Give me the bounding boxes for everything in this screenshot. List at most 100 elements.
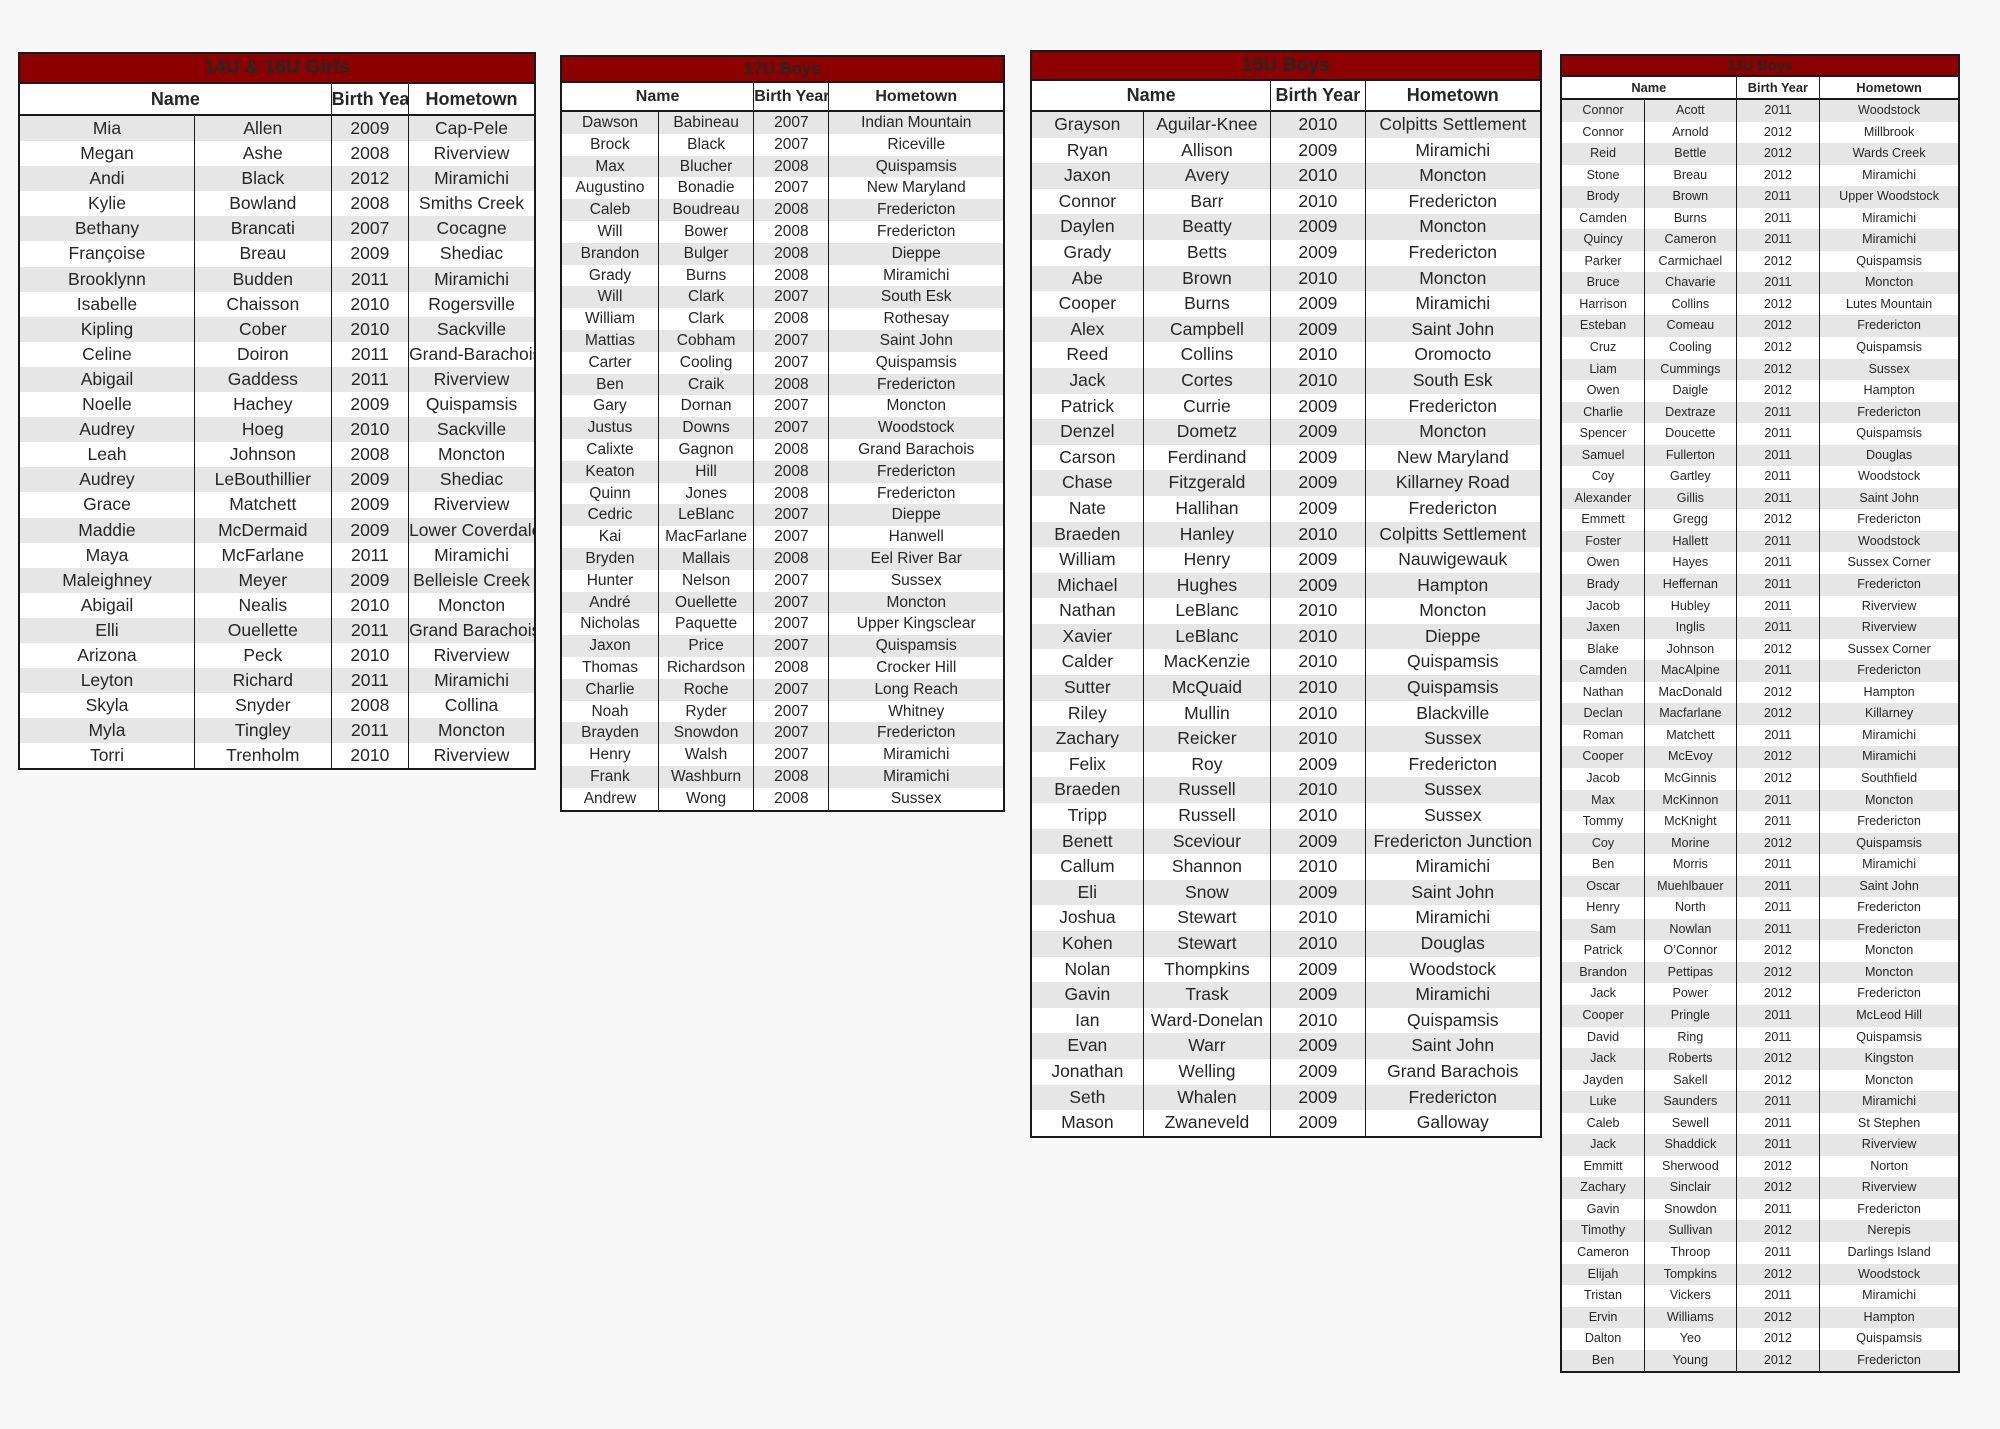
cell-birth-year: 2011: [1735, 1285, 1821, 1307]
cell-birth-year: 2009: [1270, 1110, 1366, 1138]
cell-hometown: Oromocto: [1364, 342, 1542, 368]
cell-birth-year: 2007: [753, 351, 830, 374]
table-row: Tristan Vickers 2011 Miramichi: [1560, 1285, 1960, 1307]
cell-first-name: Jayden: [1560, 1069, 1646, 1092]
cell-last-name: MacKenzie: [1142, 649, 1272, 676]
cell-last-name: Roberts: [1644, 1048, 1737, 1070]
cell-first-name: Xavier: [1030, 623, 1144, 650]
cell-first-name: Charlie: [560, 678, 659, 701]
cell-last-name: McFarlane: [193, 542, 332, 568]
cell-first-name: Brayden: [560, 722, 659, 745]
cell-birth-year: 2007: [753, 635, 830, 657]
cell-hometown: Lutes Mountain: [1819, 293, 1960, 316]
cell-first-name: Braeden: [1030, 521, 1144, 548]
cell-last-name: LeBlanc: [1142, 598, 1272, 624]
cell-first-name: Owen: [1560, 380, 1646, 402]
cell-first-name: Elijah: [1560, 1263, 1646, 1286]
cell-first-name: Carter: [560, 351, 659, 374]
cell-last-name: Young: [1644, 1349, 1737, 1374]
cell-last-name: Gregg: [1644, 509, 1737, 531]
cell-birth-year: 2010: [1270, 1007, 1366, 1034]
cell-birth-year: 2009: [1270, 444, 1366, 471]
cell-first-name: Tristan: [1560, 1285, 1646, 1307]
cell-last-name: Morris: [1644, 854, 1737, 876]
cell-hometown: Fredericton: [828, 220, 1005, 243]
cell-hometown: Quispamsis: [828, 155, 1005, 178]
cell-birth-year: 2007: [753, 722, 830, 745]
cell-birth-year: 2009: [330, 241, 410, 267]
cell-last-name: Mallais: [657, 547, 755, 570]
cell-last-name: Ferdinand: [1142, 444, 1272, 471]
table-row: Jaxon Avery 2010 Moncton: [1030, 163, 1542, 189]
cell-last-name: Stewart: [1142, 905, 1272, 931]
cell-first-name: Max: [1560, 789, 1646, 812]
cell-birth-year: 2010: [1270, 163, 1366, 189]
cell-last-name: Macfarlane: [1644, 703, 1737, 725]
cell-last-name: Cortes: [1142, 367, 1272, 394]
table-row: Dalton Yeo 2012 Quispamsis: [1560, 1328, 1960, 1350]
table-row: Nathan MacDonald 2012 Hampton: [1560, 681, 1960, 704]
cell-last-name: Carmichael: [1644, 250, 1737, 273]
cell-hometown: Lower Coverdale: [408, 517, 536, 543]
cell-first-name: Esteban: [1560, 315, 1646, 338]
cell-last-name: Currie: [1142, 393, 1272, 420]
cell-last-name: Pettipas: [1644, 961, 1737, 984]
cell-first-name: Blake: [1560, 638, 1646, 661]
cell-birth-year: 2011: [1735, 186, 1821, 208]
cell-hometown: Miramichi: [408, 542, 536, 568]
cell-first-name: Roman: [1560, 724, 1646, 747]
cell-hometown: Miramichi: [1819, 164, 1960, 187]
cell-hometown: Moncton: [828, 395, 1005, 418]
cell-hometown: Moncton: [1364, 265, 1542, 292]
table-row: Jacob McGinnis 2012 Southfield: [1560, 767, 1960, 790]
cell-hometown: Dieppe: [828, 504, 1005, 527]
table-row: Chase Fitzgerald 2009 Killarney Road: [1030, 470, 1542, 496]
cell-birth-year: 2007: [753, 395, 830, 418]
cell-first-name: Mattias: [560, 329, 659, 352]
table-row: Ben Morris 2011 Miramichi: [1560, 854, 1960, 876]
cell-birth-year: 2011: [1735, 789, 1821, 812]
cell-birth-year: 2011: [1735, 854, 1821, 876]
table-row: Calder MacKenzie 2010 Quispamsis: [1030, 649, 1542, 676]
cell-birth-year: 2007: [753, 133, 830, 156]
cell-birth-year: 2011: [1735, 1241, 1821, 1264]
cell-birth-year: 2012: [1735, 164, 1821, 187]
cell-first-name: Andi: [18, 166, 195, 192]
table-row: Cooper Burns 2009 Miramichi: [1030, 291, 1542, 317]
cell-last-name: Richardson: [657, 656, 755, 679]
cell-last-name: Nealis: [193, 592, 332, 618]
cell-birth-year: 2011: [1735, 401, 1821, 424]
cell-last-name: Thompkins: [1142, 956, 1272, 983]
cell-first-name: Parker: [1560, 250, 1646, 273]
cell-last-name: Collins: [1644, 293, 1737, 316]
cell-hometown: Cap-Pele: [408, 115, 536, 142]
cell-birth-year: 2012: [1735, 1220, 1821, 1242]
cell-first-name: Nolan: [1030, 956, 1144, 983]
cell-birth-year: 2012: [1735, 315, 1821, 338]
table-row: Owen Daigle 2012 Hampton: [1560, 380, 1960, 402]
cell-first-name: Will: [560, 220, 659, 243]
cell-last-name: Dornan: [657, 395, 755, 418]
cell-last-name: Heffernan: [1644, 574, 1737, 596]
cell-hometown: Rogersville: [408, 291, 536, 317]
cell-last-name: LeBlanc: [657, 504, 755, 527]
cell-first-name: Emmett: [1560, 509, 1646, 531]
cell-last-name: Peck: [193, 642, 332, 669]
cell-first-name: Stone: [1560, 164, 1646, 187]
cell-hometown: Moncton: [408, 718, 536, 744]
cell-first-name: Owen: [1560, 552, 1646, 575]
cell-birth-year: 2009: [1270, 470, 1366, 496]
cell-birth-year: 2011: [1735, 487, 1821, 510]
cell-last-name: Sewell: [1644, 1112, 1737, 1135]
cell-last-name: Doucette: [1644, 423, 1737, 445]
cell-birth-year: 2012: [1735, 1069, 1821, 1092]
cell-first-name: Emmitt: [1560, 1155, 1646, 1178]
cell-hometown: New Maryland: [828, 177, 1005, 200]
cell-hometown: Crocker Hill: [828, 656, 1005, 679]
cell-first-name: Michael: [1030, 572, 1144, 599]
cell-hometown: Nerepis: [1819, 1220, 1960, 1242]
cell-first-name: Sam: [1560, 918, 1646, 941]
cell-hometown: Killarney: [1819, 703, 1960, 725]
cell-hometown: Saint John: [1364, 316, 1542, 343]
cell-last-name: Gaddess: [193, 366, 332, 393]
